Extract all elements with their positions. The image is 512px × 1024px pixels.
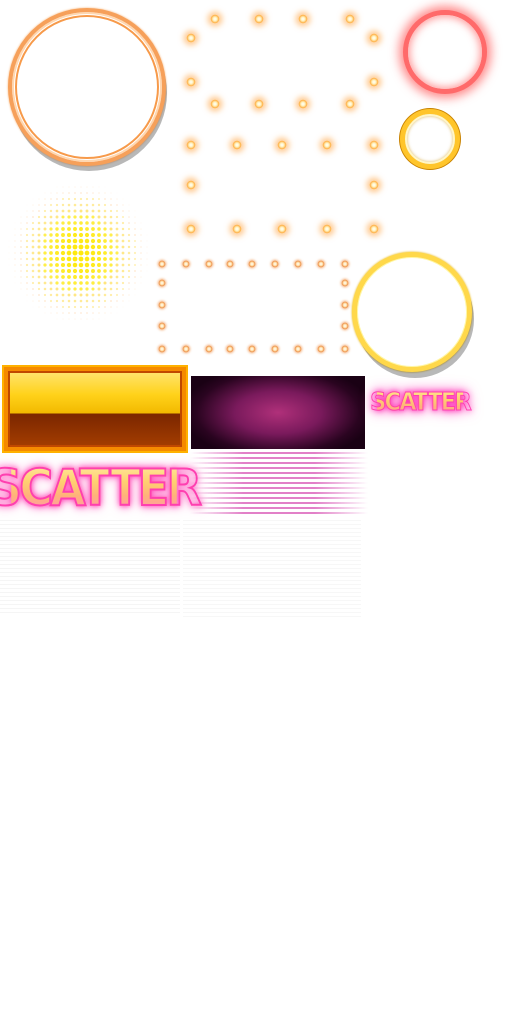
marquee-bulb xyxy=(345,99,355,109)
faint-scanlines-left xyxy=(0,520,180,615)
gold-ring-small xyxy=(400,109,460,169)
marquee-bulb xyxy=(158,301,166,309)
marquee-bulb xyxy=(369,33,379,43)
marquee-bulb xyxy=(226,260,234,268)
yellow-ring xyxy=(352,252,472,372)
scatter-label-small: SCATTER xyxy=(370,382,472,420)
marquee-bulb xyxy=(205,260,213,268)
scatter-label-large: SCATTER xyxy=(0,456,203,520)
marquee-bulb xyxy=(186,77,196,87)
marquee-bulb xyxy=(369,77,379,87)
red-glow-ring xyxy=(403,10,487,94)
marquee-bulb xyxy=(186,180,196,190)
marquee-bulb xyxy=(186,224,196,234)
marquee-bulb xyxy=(341,279,349,287)
marquee-bulb xyxy=(277,224,287,234)
marquee-bulb xyxy=(298,14,308,24)
marquee-bulb xyxy=(271,260,279,268)
marquee-bulb xyxy=(298,99,308,109)
marquee-bulb xyxy=(341,260,349,268)
marquee-bulb xyxy=(341,301,349,309)
marquee-bulb xyxy=(232,224,242,234)
marquee-bulb xyxy=(341,345,349,353)
marquee-bulb xyxy=(182,260,190,268)
marquee-bulb xyxy=(182,345,190,353)
faint-scanlines-right xyxy=(183,520,361,620)
marquee-bulb xyxy=(294,345,302,353)
marquee-bulb xyxy=(248,345,256,353)
marquee-bulb xyxy=(205,345,213,353)
marquee-bulb xyxy=(341,322,349,330)
marquee-bulb xyxy=(210,99,220,109)
marquee-bulb xyxy=(271,345,279,353)
marquee-bulb xyxy=(186,140,196,150)
marquee-bulb xyxy=(210,14,220,24)
marquee-bulb xyxy=(158,345,166,353)
marquee-bulb xyxy=(186,33,196,43)
sprite-sheet: SCATTER SCATTER xyxy=(0,0,512,1024)
marquee-bulb xyxy=(345,14,355,24)
magenta-glow-panel xyxy=(191,376,365,449)
gold-bar-panel xyxy=(2,365,188,453)
gold-bar-inner xyxy=(8,371,182,447)
marquee-bulb xyxy=(254,14,264,24)
marquee-bulb xyxy=(226,345,234,353)
marquee-bulb xyxy=(158,260,166,268)
marquee-bulb xyxy=(317,345,325,353)
marquee-bulb xyxy=(248,260,256,268)
marquee-bulb xyxy=(369,140,379,150)
marquee-bulb xyxy=(369,180,379,190)
marquee-bulb xyxy=(322,140,332,150)
marquee-bulb xyxy=(369,224,379,234)
pink-stripe-glow xyxy=(190,452,368,514)
marquee-bulb xyxy=(294,260,302,268)
marquee-bulb xyxy=(254,99,264,109)
marquee-bulb xyxy=(158,279,166,287)
marquee-bulb xyxy=(277,140,287,150)
marquee-bulb xyxy=(158,322,166,330)
marquee-bulb xyxy=(317,260,325,268)
marquee-bulb xyxy=(322,224,332,234)
marquee-bulb xyxy=(232,140,242,150)
